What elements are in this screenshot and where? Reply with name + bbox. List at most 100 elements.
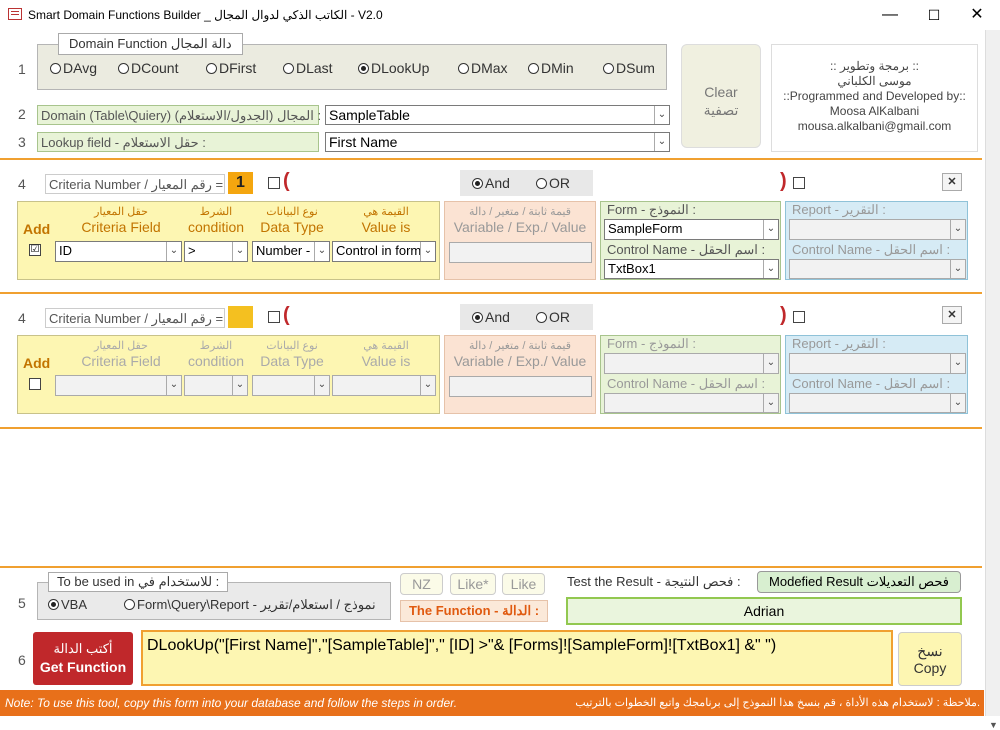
nz-button[interactable]: NZ bbox=[400, 573, 443, 595]
scroll-down-icon[interactable]: ▼ bbox=[989, 720, 998, 730]
radio-circle-selected bbox=[48, 599, 59, 610]
radio-dfirst[interactable]: DFirst bbox=[206, 60, 256, 76]
modified-result-button[interactable]: Modefied Result فحص التعديلات bbox=[757, 571, 961, 593]
copy-button[interactable]: نسخ Copy bbox=[898, 632, 962, 686]
chevron-down-icon[interactable]: ⌄ bbox=[232, 242, 247, 261]
condition-combo[interactable]: > ⌄ bbox=[184, 241, 248, 262]
lookup-combo[interactable]: First Name ⌄ bbox=[325, 132, 670, 152]
form-combo[interactable]: ⌄ bbox=[604, 353, 779, 374]
function-output[interactable]: DLookUp("[First Name]","[SampleTable]","… bbox=[141, 630, 893, 686]
and-or-group: And OR bbox=[460, 304, 593, 330]
minimize-button[interactable]: — bbox=[876, 4, 904, 26]
radio-dcount[interactable]: DCount bbox=[118, 60, 178, 76]
chevron-down-icon[interactable]: ⌄ bbox=[763, 394, 778, 412]
close-paren-checkbox[interactable] bbox=[793, 311, 805, 323]
vertical-scrollbar[interactable]: ▼ bbox=[985, 30, 1000, 730]
form-combo[interactable]: SampleForm ⌄ bbox=[604, 219, 779, 240]
control-combo[interactable]: TxtBox1 ⌄ bbox=[604, 259, 779, 279]
radio-and[interactable]: And bbox=[472, 175, 510, 191]
author-info: :: برمجة وتطوير :: موسى الكلباني ::Progr… bbox=[771, 44, 978, 152]
chevron-down-icon[interactable]: ⌄ bbox=[654, 106, 669, 124]
criteria-number-label: Criteria Number / رقم المعيار = bbox=[45, 308, 225, 328]
like-star-button[interactable]: Like* bbox=[450, 573, 496, 595]
radio-or[interactable]: OR bbox=[536, 175, 570, 191]
data-type-combo[interactable]: ⌄ bbox=[252, 375, 330, 396]
row-number-4: 4 bbox=[18, 176, 26, 192]
condition-combo[interactable]: ⌄ bbox=[184, 375, 248, 396]
chevron-down-icon[interactable]: ⌄ bbox=[950, 260, 965, 278]
result-field[interactable]: Adrian bbox=[566, 597, 962, 625]
value-is-combo[interactable]: Control in form ⌄ bbox=[332, 241, 436, 262]
radio-dsum[interactable]: DSum bbox=[603, 60, 655, 76]
variable-panel: قيمة ثابتة / متغير / دالة Variable / Exp.… bbox=[444, 335, 596, 414]
title-bar: Smart Domain Functions Builder _ الكاتب … bbox=[0, 0, 1000, 30]
criteria-field-combo[interactable]: ID ⌄ bbox=[55, 241, 182, 262]
chevron-down-icon[interactable]: ⌄ bbox=[166, 376, 181, 395]
variable-input[interactable] bbox=[449, 242, 592, 263]
variable-input[interactable] bbox=[449, 376, 592, 397]
chevron-down-icon[interactable]: ⌄ bbox=[950, 354, 965, 373]
clear-button[interactable]: Clear تصفية bbox=[681, 44, 761, 148]
chevron-down-icon[interactable]: ⌄ bbox=[420, 242, 435, 261]
radio-or[interactable]: OR bbox=[536, 309, 570, 325]
report-control-label: Control Name - اسم الحقل : bbox=[792, 242, 951, 257]
domain-combo[interactable]: SampleTable ⌄ bbox=[325, 105, 670, 125]
report-control-combo[interactable]: ⌄ bbox=[789, 259, 966, 279]
control-combo[interactable]: ⌄ bbox=[604, 393, 779, 413]
chevron-down-icon[interactable]: ⌄ bbox=[654, 133, 669, 151]
footer-note-ar: ملاحظة : لاستخدام هذه الأداة ، قم بنسخ ه… bbox=[575, 697, 980, 709]
domain-function-legend: Domain Function دالة المجال bbox=[58, 33, 243, 55]
report-label: Report - التقرير : bbox=[792, 202, 886, 217]
radio-dmax[interactable]: DMax bbox=[458, 60, 508, 76]
report-control-label: Control Name - اسم الحقل : bbox=[792, 376, 951, 391]
radio-form-query-report[interactable]: Form\Query\Report - نموذج / استعلام/تقري… bbox=[124, 597, 376, 613]
criteria-number bbox=[228, 306, 253, 328]
radio-and[interactable]: And bbox=[472, 309, 510, 325]
chevron-down-icon[interactable]: ⌄ bbox=[763, 354, 778, 373]
chevron-down-icon[interactable]: ⌄ bbox=[232, 376, 247, 395]
get-function-button[interactable]: أكتب الدالة Get Function bbox=[33, 632, 133, 685]
radio-dmin[interactable]: DMin bbox=[528, 60, 574, 76]
maximize-button[interactable]: ☐ bbox=[920, 4, 948, 26]
chevron-down-icon[interactable]: ⌄ bbox=[950, 394, 965, 412]
report-control-combo[interactable]: ⌄ bbox=[789, 393, 966, 413]
chevron-down-icon[interactable]: ⌄ bbox=[314, 242, 329, 261]
chevron-down-icon[interactable]: ⌄ bbox=[166, 242, 181, 261]
form-panel: Form - النموذج : ⌄ Control Name - اسم ال… bbox=[600, 335, 781, 414]
test-label: Test the Result - فحص النتيجة : bbox=[567, 574, 741, 589]
open-paren: ( bbox=[283, 170, 290, 192]
radio-dlookup[interactable]: DLookUp bbox=[358, 60, 429, 76]
chevron-down-icon[interactable]: ⌄ bbox=[314, 376, 329, 395]
variable-panel: قيمة ثابتة / متغير / دالة Variable / Exp.… bbox=[444, 201, 596, 280]
report-label: Report - التقرير : bbox=[792, 336, 886, 351]
variable-header: قيمة ثابتة / متغير / دالة Variable / Exp.… bbox=[453, 206, 587, 235]
radio-dlast[interactable]: DLast bbox=[283, 60, 333, 76]
criteria-field-combo[interactable]: ⌄ bbox=[55, 375, 182, 396]
criteria-number: 1 bbox=[228, 172, 253, 194]
add-checkbox[interactable] bbox=[29, 378, 41, 390]
chevron-down-icon[interactable]: ⌄ bbox=[420, 376, 435, 395]
remove-criteria-button[interactable]: ✕ bbox=[942, 173, 962, 191]
chevron-down-icon[interactable]: ⌄ bbox=[950, 220, 965, 239]
like-button[interactable]: Like bbox=[502, 573, 545, 595]
type-header: نوع البيانات Data Type bbox=[260, 206, 324, 235]
footer-note: Note: To use this tool, copy this form i… bbox=[0, 690, 984, 716]
report-combo[interactable]: ⌄ bbox=[789, 353, 966, 374]
value-is-combo[interactable]: ⌄ bbox=[332, 375, 436, 396]
form-label: Form - النموذج : bbox=[607, 336, 697, 351]
chevron-down-icon[interactable]: ⌄ bbox=[763, 260, 778, 278]
close-paren-checkbox[interactable] bbox=[793, 177, 805, 189]
field-header: حقل المعيار Criteria Field bbox=[81, 206, 161, 235]
open-paren-checkbox[interactable] bbox=[268, 311, 280, 323]
data-type-combo[interactable]: Number - ⌄ bbox=[252, 241, 330, 262]
add-checkbox[interactable]: ☑ bbox=[29, 244, 41, 256]
usage-group: To be used in للاستخدام في : VBA Form\Qu… bbox=[37, 572, 391, 620]
close-button[interactable]: ✕ bbox=[963, 4, 991, 26]
radio-davg[interactable]: DAvg bbox=[50, 60, 97, 76]
report-combo[interactable]: ⌄ bbox=[789, 219, 966, 240]
footer-note-en: Note: To use this tool, copy this form i… bbox=[5, 696, 458, 710]
radio-vba[interactable]: VBA bbox=[48, 597, 87, 612]
chevron-down-icon[interactable]: ⌄ bbox=[763, 220, 778, 239]
remove-criteria-button[interactable]: ✕ bbox=[942, 306, 962, 324]
open-paren-checkbox[interactable] bbox=[268, 177, 280, 189]
